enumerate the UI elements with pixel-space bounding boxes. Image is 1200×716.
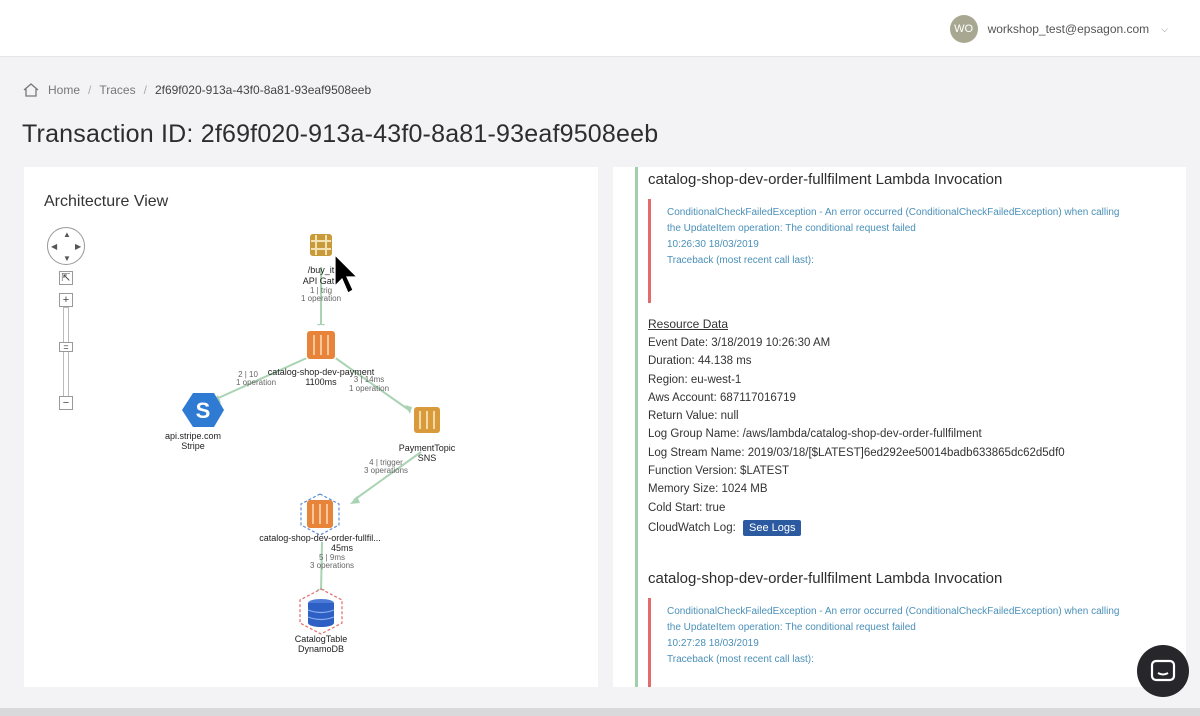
- resource-data-list: Event Date: 3/18/2019 10:26:30 AM Durati…: [648, 337, 1065, 538]
- breadcrumb-home[interactable]: Home: [48, 83, 80, 97]
- node-dynamo-label-1: CatalogTable: [295, 634, 348, 644]
- chat-button[interactable]: [1137, 645, 1189, 697]
- node-sns-label-2: SNS: [418, 453, 437, 463]
- event-date: Event Date: 3/18/2019 10:26:30 AM: [648, 337, 831, 349]
- chevron-down-icon[interactable]: ⌵: [1161, 24, 1168, 35]
- edge-stripe-label-2: 1 operation: [236, 378, 276, 387]
- resource-data-title: Resource Data: [648, 317, 729, 331]
- architecture-panel: Architecture View ▲ ▼ ◀ ▶ ⇱ + = − /buy_i…: [24, 167, 598, 687]
- page-title: Transaction ID: 2f69f020-913a-43f0-8a81-…: [22, 120, 659, 148]
- memory-size: Memory Size: 1024 MB: [648, 483, 768, 496]
- log-stream-name: Log Stream Name: 2019/03/18/[$LATEST]6ed…: [648, 446, 1065, 459]
- node-stripe-label-2: Stripe: [181, 441, 205, 451]
- node-stripe[interactable]: S api.stripe.com Stripe: [165, 393, 224, 451]
- error-timestamp: 10:26:30 18/03/2019: [667, 239, 759, 250]
- error-box: ConditionalCheckFailedException - An err…: [648, 598, 1173, 687]
- error-text: ConditionalCheckFailedException - An err…: [667, 606, 1120, 617]
- breadcrumb: Home / Traces / 2f69f020-913a-43f0-8a81-…: [22, 82, 371, 98]
- avatar[interactable]: WO: [949, 15, 978, 43]
- duration: Duration: 44.138 ms: [648, 355, 752, 368]
- api-gateway-icon: [310, 234, 332, 256]
- node-stripe-label-1: api.stripe.com: [165, 431, 221, 441]
- node-fulfil-label-1: catalog-shop-dev-order-fullfil...: [259, 533, 381, 543]
- breadcrumb-current: 2f69f020-913a-43f0-8a81-93eaf9508eeb: [154, 83, 372, 97]
- traceback-text: Traceback (most recent call last):: [667, 255, 814, 266]
- region: Region: eu-west-1: [648, 373, 742, 386]
- top-bar: WO workshop_test@epsagon.com ⌵: [0, 0, 1200, 57]
- log-group-name: Log Group Name: /aws/lambda/catalog-shop…: [648, 428, 982, 441]
- bottom-bar: [0, 708, 1200, 716]
- error-timestamp: 10:27:28 18/03/2019: [667, 638, 759, 649]
- see-logs-button[interactable]: See Logs: [743, 519, 802, 536]
- node-sns-label-1: PaymentTopic: [399, 443, 456, 453]
- function-version: Function Version: $LATEST: [648, 465, 790, 478]
- details-panel: catalog-shop-dev-order-fullfilment Lambd…: [613, 167, 1186, 687]
- svg-text:S: S: [196, 398, 211, 423]
- cloudwatch-log: CloudWatch Log: See Logs: [648, 519, 1065, 538]
- aws-account: Aws Account: 687117016719: [648, 391, 796, 404]
- breadcrumb-separator: /: [143, 83, 147, 97]
- invocation-title: catalog-shop-dev-order-fullfilment Lambd…: [648, 570, 1003, 587]
- node-fulfilment-lambda[interactable]: catalog-shop-dev-order-fullfil... 45ms: [259, 493, 381, 553]
- traceback-text: Traceback (most recent call last):: [667, 654, 814, 665]
- edge-dynamo-label-2: 3 operations: [310, 561, 354, 570]
- user-email[interactable]: workshop_test@epsagon.com: [988, 22, 1150, 36]
- edge-fulfil-label-2: 3 operations: [364, 466, 408, 475]
- home-icon[interactable]: [22, 82, 40, 98]
- cloudwatch-log-label: CloudWatch Log:: [648, 521, 736, 534]
- user-menu[interactable]: WO workshop_test@epsagon.com ⌵: [949, 15, 1168, 43]
- node-payment-label-2: 1100ms: [305, 377, 337, 387]
- node-dynamo-label-2: DynamoDB: [298, 644, 344, 654]
- edge-sns-label-1: 3 | 14ms: [354, 375, 385, 384]
- cursor-icon: [334, 253, 359, 294]
- error-text: the UpdateItem operation: The conditiona…: [667, 223, 916, 234]
- error-text: the UpdateItem operation: The conditiona…: [667, 622, 916, 633]
- node-sns[interactable]: PaymentTopic SNS: [399, 402, 456, 463]
- architecture-graph[interactable]: /buy_it API Gate 1 | trig 1 operation ca…: [24, 167, 598, 687]
- error-text: ConditionalCheckFailedException - An err…: [667, 207, 1120, 218]
- error-box: ConditionalCheckFailedException - An err…: [648, 199, 1173, 303]
- return-value: Return Value: null: [648, 410, 739, 423]
- edge-sns-label-2: 1 operation: [349, 384, 389, 393]
- cold-start: Cold Start: true: [648, 501, 726, 514]
- node-dynamodb[interactable]: CatalogTable DynamoDB: [295, 588, 348, 654]
- node-fulfil-label-2: 45ms: [331, 543, 354, 553]
- node-api-label-4: 1 operation: [301, 294, 341, 303]
- chat-icon: [1150, 659, 1176, 682]
- node-api-label-2: API Gate: [303, 276, 340, 286]
- invocation-title: catalog-shop-dev-order-fullfilment Lambd…: [648, 171, 1003, 188]
- timeline-rail: [635, 167, 638, 687]
- breadcrumb-separator: /: [88, 83, 92, 97]
- breadcrumb-traces[interactable]: Traces: [99, 83, 135, 97]
- node-api-label-1: /buy_it: [308, 265, 335, 275]
